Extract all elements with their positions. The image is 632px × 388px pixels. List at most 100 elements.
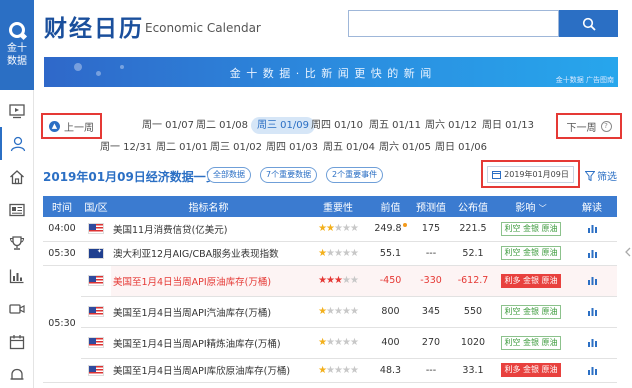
scroll-arrow-icon[interactable] [624, 232, 632, 272]
previous-value: 55.1 [370, 241, 411, 266]
indicator-name[interactable]: 美国至1月4日当周API库欣原油库存(万桶) [111, 358, 306, 383]
col-actual: 公布值 [451, 196, 495, 217]
table-row[interactable]: 04:00 美国11月消费信贷(亿美元) ★★★★★ 249.8 175 221.5 利空 … [43, 217, 617, 242]
video-icon[interactable] [0, 94, 34, 127]
chart-icon[interactable] [0, 259, 34, 292]
next-week-button[interactable]: 下一周 ? [556, 113, 622, 139]
analysis-cell[interactable] [567, 296, 617, 328]
impact-cell: 利空 金银 原油 [495, 241, 567, 266]
impact-badge: 利多 金银 原油 [501, 363, 561, 377]
country-flag-cell [81, 217, 111, 242]
table-row[interactable]: 美国至1月4日当周API库欣原油库存(万桶) ★★★★★ 48.3 --- 33.1 利多… [43, 358, 617, 383]
impact-badge: 利多 金银 原油 [501, 273, 561, 288]
home-icon[interactable] [0, 160, 34, 193]
analysis-cell[interactable] [567, 327, 617, 359]
chevron-down-icon: ﹀ [538, 204, 547, 213]
prev-week-label: 上一周 [64, 122, 94, 134]
us-flag-icon [88, 306, 104, 317]
time-cell: 04:00 [43, 217, 81, 242]
bar-chart-icon[interactable] [587, 366, 597, 375]
bar-chart-icon[interactable] [587, 249, 597, 258]
col-time: 时间 [43, 196, 81, 217]
col-indicator: 指标名称 [111, 196, 306, 217]
country-flag-cell [81, 296, 111, 328]
day-tab[interactable]: 周日 01/06 [432, 139, 490, 156]
importance-stars: ★★★★★ [306, 217, 370, 242]
bar-chart-icon[interactable] [587, 276, 597, 285]
col-impact[interactable]: 影响 ﹀ [495, 196, 567, 217]
impact-cell: 利多 金银 原油 [495, 358, 567, 383]
brand-logo-block[interactable]: 金十数据 [0, 0, 34, 90]
previous-value: 48.3 [370, 358, 411, 383]
trophy-icon[interactable] [0, 226, 34, 259]
table-row[interactable]: 美国至1月4日当周API精炼油库存(万桶) ★★★★★ 400 270 1020 利空 金… [43, 327, 617, 359]
analysis-cell[interactable] [567, 217, 617, 242]
filter-important-events-button[interactable]: 2个重要事件 [326, 167, 384, 183]
country-flag-cell [81, 327, 111, 359]
news-icon[interactable] [0, 193, 34, 226]
impact-badge: 利空 金银 原油 [501, 335, 561, 350]
indicator-name[interactable]: 美国11月消费信贷(亿美元) [111, 217, 306, 242]
funnel-icon [585, 170, 595, 181]
analysis-cell[interactable] [567, 358, 617, 383]
bar-chart-icon[interactable] [587, 224, 597, 234]
day-tab[interactable]: 周一 12/31 [97, 139, 155, 156]
jin10-logo-icon [9, 22, 25, 38]
filter-label: 筛选 [597, 172, 617, 183]
bell-icon[interactable] [0, 358, 34, 388]
promo-banner[interactable]: 金 十 数 据 · 比 新 闻 更 快 的 新 闻 金十数据 广告图南 [44, 57, 618, 87]
indicator-name[interactable]: 美国至1月4日当周API精炼油库存(万桶) [111, 327, 306, 359]
day-tab[interactable]: 周四 01/10 [308, 117, 366, 134]
day-tab[interactable]: 周六 01/12 [422, 117, 480, 134]
country-flag-cell [81, 358, 111, 383]
impact-badge: 利空 金银 原油 [501, 304, 561, 319]
day-tab[interactable]: 周六 01/05 [376, 139, 434, 156]
date-picker[interactable]: 2019年01月09日 [481, 160, 580, 188]
day-tab[interactable]: 周一 01/07 [139, 117, 197, 134]
forecast-value: --- [411, 358, 451, 383]
analysis-cell[interactable] [567, 241, 617, 266]
page-subtitle: Economic Calendar [145, 21, 261, 35]
table-row[interactable]: 美国至1月4日当周API汽油库存(万桶) ★★★★★ 800 345 550 利空 金银 … [43, 296, 617, 328]
day-tab-active[interactable]: 周三 01/09 [251, 117, 315, 134]
indicator-name[interactable]: 美国至1月4日当周API汽油库存(万桶) [111, 296, 306, 328]
day-tab[interactable]: 周五 01/04 [320, 139, 378, 156]
us-flag-icon [88, 364, 104, 376]
us-flag-icon [88, 337, 104, 348]
table-row[interactable]: 05:30 澳大利亚12月AIG/CBA服务业表现指数 ★★★★★ 55.1---52… [43, 241, 617, 266]
previous-value: 249.8 [370, 217, 411, 242]
importance-stars: ★★★★★ [306, 241, 370, 266]
page-title: 财经日历 [44, 16, 144, 42]
bar-chart-icon[interactable] [587, 338, 597, 347]
revised-dot-icon [402, 223, 407, 228]
importance-stars: ★★★★★ [306, 265, 370, 297]
star-rating-icon: ★★★★★ [318, 306, 359, 317]
search-input[interactable] [348, 10, 559, 37]
filter-all-button[interactable]: 全部数据 [207, 167, 251, 183]
day-tab[interactable]: 周五 01/11 [366, 117, 424, 134]
indicator-name[interactable]: 美国至1月4日当周API原油库存(万桶) [111, 265, 306, 297]
day-tab[interactable]: 周二 01/01 [153, 139, 211, 156]
search-button[interactable] [559, 10, 618, 37]
day-tab[interactable]: 周二 01/08 [193, 117, 251, 134]
prev-week-button[interactable]: ▲ 上一周 [41, 113, 102, 139]
indicator-name[interactable]: 澳大利亚12月AIG/CBA服务业表现指数 [111, 241, 306, 266]
camera-icon[interactable] [0, 292, 34, 325]
user-icon[interactable] [0, 127, 34, 160]
impact-cell: 利空 金银 原油 [495, 327, 567, 359]
bar-chart-icon[interactable] [587, 307, 597, 316]
day-tab[interactable]: 周三 01/02 [207, 139, 265, 156]
impact-cell: 利空 金银 原油 [495, 217, 567, 242]
impact-cell: 利多 金银 原油 [495, 265, 567, 297]
filter-important-data-button[interactable]: 7个重要数据 [260, 167, 318, 183]
analysis-cell[interactable] [567, 265, 617, 297]
day-tab[interactable]: 周日 01/13 [479, 117, 537, 134]
star-rating-icon: ★★★★★ [318, 275, 359, 286]
filter-button[interactable]: 筛选 [585, 168, 617, 183]
table-row[interactable]: 05:30 美国至1月4日当周API原油库存(万桶) ★★★★★ -450 -330 -6… [43, 265, 617, 383]
calendar-icon[interactable] [0, 325, 34, 358]
au-flag-icon [88, 247, 104, 259]
next-week-label: 下一周 [566, 122, 597, 134]
importance-stars: ★★★★★ [306, 358, 370, 383]
day-tab[interactable]: 周四 01/03 [263, 139, 321, 156]
